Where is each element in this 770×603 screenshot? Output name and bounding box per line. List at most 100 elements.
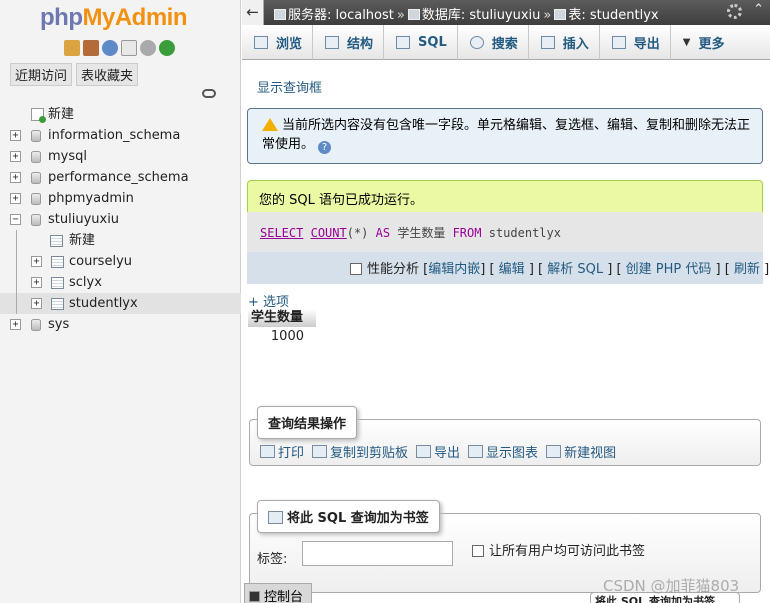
clipboard-icon [312, 445, 328, 458]
create-php-code-link[interactable]: 创建 PHP 代码 [626, 262, 712, 277]
breadcrumb-table[interactable]: 表: studentlyx [568, 8, 658, 23]
edit-inline-link[interactable]: 编辑内嵌 [428, 262, 480, 277]
notice-text: 当前所选内容没有包含唯一字段。单元格编辑、复选框、编辑、复制和删除无法正常使用。 [262, 118, 751, 152]
refresh-link[interactable]: 刷新 [734, 262, 760, 277]
link-icon[interactable] [202, 89, 216, 98]
collapse-icon[interactable]: ⌃ [753, 2, 764, 17]
reload-icon[interactable] [159, 40, 175, 56]
back-arrow-icon[interactable]: ← [242, 0, 264, 25]
bookmark-label-input[interactable] [302, 541, 453, 566]
database-icon [407, 9, 420, 20]
bookmark-legend: 将此 SQL 查询加为书签 [257, 500, 440, 533]
phpmyadmin-logo[interactable]: phpMyAdmin [40, 4, 187, 32]
expand-icon[interactable]: + [10, 130, 21, 141]
new-table-icon [50, 235, 63, 247]
browse-icon [254, 36, 268, 49]
insert-icon [540, 36, 555, 49]
tree-item-db-expanded[interactable]: − stuliuyuxiu [0, 209, 241, 230]
expand-icon[interactable]: + [31, 277, 42, 288]
documentation-icon[interactable] [121, 40, 137, 56]
table-icon [51, 298, 64, 310]
breadcrumb-server[interactable]: 服务器: localhost [288, 8, 394, 23]
database-icon [31, 193, 41, 205]
tab-more[interactable]: ▼ 更多 [671, 25, 735, 60]
tab-insert[interactable]: 插入 [529, 25, 600, 60]
new-icon [31, 108, 46, 123]
sql-query-display: SELECT COUNT(*) AS 学生数量 FROM studentlyx [247, 212, 763, 252]
settings-icon[interactable] [140, 40, 156, 56]
database-icon [31, 151, 41, 163]
tree-item-db[interactable]: + performance_schema [0, 167, 241, 188]
bookmark-icon [268, 511, 283, 524]
database-tree: 新建 + information_schema + mysql + perfor… [0, 104, 241, 335]
collapse-icon[interactable]: − [10, 214, 21, 225]
favorite-tables-tab[interactable]: 表收藏夹 [76, 63, 139, 86]
show-query-link[interactable]: 显示查询框 [257, 77, 322, 96]
share-bookmark-checkbox[interactable] [472, 545, 484, 557]
console-icon [249, 591, 260, 602]
database-icon [31, 319, 41, 331]
expand-icon[interactable]: + [31, 298, 42, 309]
explain-sql-link[interactable]: 解析 SQL [547, 262, 603, 277]
tab-bar: 浏览 结构 SQL 搜索 插入 导出 ▼ 更多 [242, 25, 770, 60]
tab-export[interactable]: 导出 [600, 25, 671, 60]
warning-icon [262, 118, 278, 131]
tree-item-table-selected[interactable]: + studentlyx [0, 293, 241, 314]
server-icon [274, 9, 286, 20]
options-toggle[interactable]: + 选项 [248, 291, 289, 310]
main-content: 显示查询框 当前所选内容没有包含唯一字段。单元格编辑、复选框、编辑、复制和删除无… [242, 61, 770, 603]
view-icon [546, 445, 562, 458]
tree-item-table[interactable]: + courselyu [0, 251, 241, 272]
tree-item-new[interactable]: 新建 [0, 104, 241, 125]
recent-tables-tab[interactable]: 近期访问 [10, 63, 73, 86]
print-icon [260, 445, 275, 458]
edit-link[interactable]: 编辑 [499, 262, 525, 277]
breadcrumb-database[interactable]: 数据库: stuliuyuxiu [422, 8, 541, 23]
tree-item-db[interactable]: + information_schema [0, 125, 241, 146]
query-results-operations-legend: 查询结果操作 [257, 406, 358, 439]
gear-icon[interactable] [727, 4, 742, 19]
navigation-panel: phpMyAdmin 近期访问 表收藏夹 新建 + information_sc… [0, 0, 241, 603]
tree-item-table[interactable]: + sclyx [0, 272, 241, 293]
tree-item-db[interactable]: + phpmyadmin [0, 188, 241, 209]
expand-icon[interactable]: + [10, 172, 21, 183]
expand-icon[interactable]: + [10, 151, 21, 162]
tab-search[interactable]: 搜索 [458, 25, 529, 60]
print-link[interactable]: 打印 [260, 442, 304, 461]
tab-structure[interactable]: 结构 [313, 25, 385, 60]
console-toggle[interactable]: 控制台 [244, 583, 312, 603]
tab-browse[interactable]: 浏览 [242, 25, 314, 60]
success-message: 您的 SQL 语句已成功运行。 [247, 180, 763, 212]
table-icon [554, 9, 567, 20]
profiling-checkbox[interactable] [350, 263, 362, 275]
watermark: CSDN @加菲猫803 [603, 577, 740, 595]
expand-icon[interactable]: + [10, 193, 21, 204]
display-chart-link[interactable]: 显示图表 [468, 442, 538, 461]
database-icon [31, 214, 41, 226]
create-view-link[interactable]: 新建视图 [546, 442, 616, 461]
export-icon [416, 445, 432, 458]
tab-sql[interactable]: SQL [384, 25, 458, 60]
structure-icon [325, 36, 340, 49]
home-icon[interactable] [64, 40, 80, 56]
help-icon[interactable]: ? [318, 141, 332, 154]
copy-to-clipboard-link[interactable]: 复制到剪贴板 [312, 442, 408, 461]
breadcrumb: 服务器: localhost» 数据库: stuliuyuxiu» 表: stude… [274, 4, 659, 23]
bookmark-share-option[interactable]: 让所有用户均可访问此书签 [472, 540, 645, 559]
tree-item-new-table[interactable]: 新建 [0, 230, 241, 251]
sql-icon [396, 36, 411, 49]
tree-item-db[interactable]: + sys [0, 314, 241, 335]
database-icon [31, 172, 41, 184]
nav-icon-bar [64, 40, 175, 56]
expand-icon[interactable]: + [10, 319, 21, 330]
result-column-header[interactable]: 学生数量 [248, 309, 316, 327]
help-icon[interactable] [102, 40, 118, 56]
result-cell: 1000 [270, 329, 304, 344]
chart-icon [468, 445, 484, 458]
export-link[interactable]: 导出 [416, 442, 460, 461]
tree-item-db[interactable]: + mysql [0, 146, 241, 167]
expand-icon[interactable]: + [31, 256, 42, 267]
notice-box: 当前所选内容没有包含唯一字段。单元格编辑、复选框、编辑、复制和删除无法正常使用。… [247, 108, 763, 164]
search-icon [469, 36, 484, 49]
logout-icon[interactable] [83, 40, 99, 56]
